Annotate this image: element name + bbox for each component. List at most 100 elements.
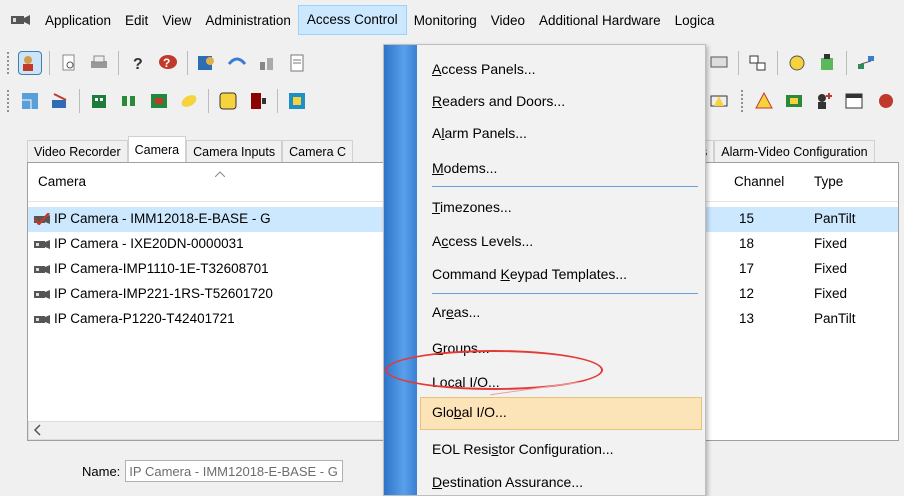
keypad-icon[interactable] [217, 90, 239, 112]
tab-strip: Video Recorder Camera Camera Inputs Came… [27, 136, 354, 163]
alarm-monitor-icon[interactable] [49, 90, 71, 112]
hierarchy-icon[interactable] [855, 52, 877, 74]
camera-icon [33, 288, 51, 300]
cardholders-icon[interactable] [196, 52, 218, 74]
video-verification-icon[interactable] [708, 90, 730, 112]
menu-administration[interactable]: Administration [198, 13, 298, 28]
calendar-icon[interactable] [843, 90, 865, 112]
print-icon[interactable] [88, 52, 110, 74]
help-icon[interactable]: ? [127, 52, 149, 74]
users-icon[interactable] [18, 51, 42, 75]
menu-item-modems[interactable]: Modems... [432, 160, 497, 176]
menu-item-areas[interactable]: Areas... [432, 304, 480, 320]
alarm-icon[interactable] [753, 90, 775, 112]
door-icon[interactable] [247, 90, 269, 112]
name-field-row: Name: [82, 460, 344, 482]
menu-logical[interactable]: Logica [668, 13, 722, 28]
tab-camera-inputs[interactable]: Camera Inputs [186, 140, 283, 163]
video-icon[interactable] [783, 90, 805, 112]
toolbar-separator [777, 51, 778, 75]
horizontal-scrollbar[interactable] [28, 421, 390, 440]
menu-item-timezones[interactable]: Timezones... [432, 199, 512, 215]
type-value: PanTilt [814, 211, 856, 226]
menu-item-alarm-panels[interactable]: Alarm Panels... [432, 125, 527, 141]
svg-text:?: ? [163, 56, 170, 70]
visitor-icon[interactable] [256, 52, 278, 74]
tab-video-recorder[interactable]: Video Recorder [27, 140, 128, 163]
tab-strip-right: s Alarm-Video Configuration [694, 136, 875, 163]
tab-camera-c[interactable]: Camera C [282, 140, 354, 163]
type-value: Fixed [814, 286, 848, 301]
name-input[interactable] [125, 460, 344, 482]
menu-item-destination-assurance[interactable]: Destination Assurance... [432, 474, 583, 490]
type-value: PanTilt [814, 311, 856, 326]
toolbar-grip[interactable] [740, 89, 744, 113]
camera-name: IP Camera - IXE20DN-0000031 [54, 236, 244, 251]
menu-item-eol-resistor-configuration[interactable]: EOL Resistor Configuration... [432, 441, 614, 457]
camera-icon [33, 263, 51, 275]
report-icon[interactable] [286, 52, 308, 74]
menu-item-access-levels[interactable]: Access Levels... [432, 233, 533, 249]
print-preview-icon[interactable] [58, 52, 80, 74]
camera-name: IP Camera-P1220-T42401721 [54, 311, 235, 326]
camera-icon [33, 313, 51, 325]
menu-item-readers-and-doors[interactable]: Readers and Doors... [432, 93, 565, 109]
toolbar-separator [846, 51, 847, 75]
tab-camera[interactable]: Camera [127, 136, 187, 163]
menu-access-control[interactable]: Access Control [297, 5, 407, 35]
whats-this-icon[interactable]: ? [157, 52, 179, 74]
access-control-menu: Access Panels... Readers and Doors... Al… [383, 44, 706, 496]
toolbar-grip[interactable] [6, 89, 10, 113]
scroll-left-icon[interactable] [33, 424, 41, 439]
column-camera[interactable]: Camera [38, 174, 86, 189]
floor-plan-icon[interactable] [19, 90, 41, 112]
menu-video[interactable]: Video [484, 13, 532, 28]
svg-text:?: ? [133, 56, 143, 73]
camera-icon [33, 238, 51, 250]
menu-additional-hardware[interactable]: Additional Hardware [532, 13, 668, 28]
camera-name: IP Camera-IMP221-1RS-T52601720 [54, 286, 273, 301]
camera-name: IP Camera - IMM12018-E-BASE - G [54, 211, 271, 226]
add-user-icon[interactable] [813, 90, 835, 112]
menu-item-access-panels[interactable]: Access Panels... [432, 61, 536, 77]
type-value: Fixed [814, 261, 848, 276]
menu-side-stripe [384, 45, 417, 495]
badge-icon[interactable] [226, 52, 248, 74]
column-type[interactable]: Type [814, 174, 843, 189]
reader-icon[interactable] [118, 90, 140, 112]
menu-bar: Application Edit View Administration Acc… [0, 0, 904, 40]
sort-ascending-icon [214, 165, 226, 180]
type-value: Fixed [814, 236, 848, 251]
camera-checked-icon [33, 211, 51, 226]
toolbar-separator [187, 51, 188, 75]
toolbar-main-right [704, 48, 881, 78]
camera-icon[interactable] [10, 13, 32, 27]
io-icon[interactable] [286, 90, 308, 112]
menu-edit[interactable]: Edit [118, 13, 155, 28]
menu-item-global-io[interactable]: Global I/O... [432, 404, 507, 420]
channel-value: 15 [739, 211, 755, 226]
toolbar-separator [277, 89, 278, 113]
record-icon[interactable] [873, 90, 895, 112]
monitor-icon[interactable] [708, 52, 730, 74]
toolbar-separator [118, 51, 119, 75]
toolbar-separator [208, 89, 209, 113]
camera-name: IP Camera-IMP1110-1E-T32608701 [54, 261, 269, 276]
menu-view[interactable]: View [155, 13, 198, 28]
key-icon[interactable] [178, 90, 200, 112]
menu-application[interactable]: Application [38, 13, 118, 28]
tab-alarm-video-configuration[interactable]: Alarm-Video Configuration [714, 140, 875, 163]
channel-value: 13 [739, 311, 755, 326]
channel-value: 18 [739, 236, 755, 251]
menu-item-command-keypad-templates[interactable]: Command Keypad Templates... [432, 266, 627, 282]
clock-icon[interactable] [786, 52, 808, 74]
toolbar-grip[interactable] [6, 51, 10, 75]
channel-value: 17 [739, 261, 755, 276]
menu-monitoring[interactable]: Monitoring [407, 13, 484, 28]
panel-icon[interactable] [148, 90, 170, 112]
device-icon[interactable] [816, 52, 838, 74]
menu-separator [432, 186, 698, 187]
network-icon[interactable] [747, 52, 769, 74]
building-icon[interactable] [88, 90, 110, 112]
column-channel[interactable]: Channel [734, 174, 784, 189]
